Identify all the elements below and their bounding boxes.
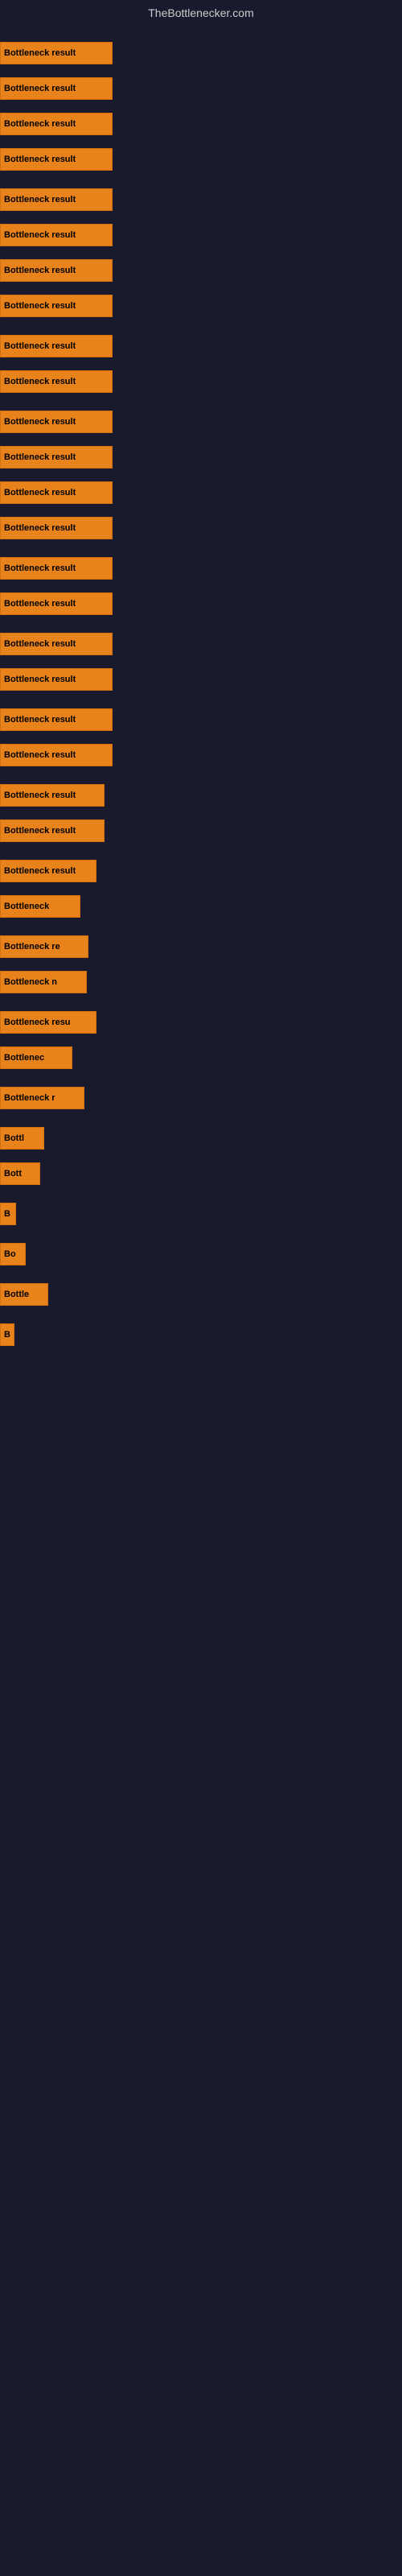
bar-label: Bottleneck n [4, 977, 57, 987]
bar-item: Bottleneck re [0, 935, 88, 958]
bar-item: Bottleneck resu [0, 1011, 96, 1034]
bar-item: Bottleneck result [0, 668, 113, 691]
bar-label: Bottleneck result [4, 639, 76, 649]
bar-label: Bottleneck resu [4, 1018, 71, 1027]
bar-label: Bottleneck result [4, 301, 76, 311]
bar-item: Bottleneck result [0, 708, 113, 731]
bar-item: Bottleneck result [0, 860, 96, 882]
bar-item: Bottleneck result [0, 259, 113, 282]
bar-label: Bottleneck result [4, 826, 76, 836]
bar-label: Bottleneck result [4, 155, 76, 164]
header: TheBottlenecker.com [0, 0, 402, 27]
bar-label: Bott [4, 1169, 22, 1179]
site-title: TheBottlenecker.com [148, 6, 254, 19]
bar-item: Bottleneck result [0, 744, 113, 766]
bar-item: Bottleneck result [0, 370, 113, 393]
bar-label: Bottleneck result [4, 48, 76, 58]
bar-item: Bott [0, 1162, 40, 1185]
bar-item: Bottleneck result [0, 592, 113, 615]
bar-item: Bottleneck result [0, 148, 113, 171]
bar-label: Bottleneck result [4, 341, 76, 351]
bar-label: Bottl [4, 1133, 24, 1143]
bar-item: Bottleneck result [0, 295, 113, 317]
bar-item: Bottleneck result [0, 411, 113, 433]
bar-label: Bo [4, 1249, 16, 1259]
chart-area: Bottleneck result Bottleneck result Bottle… [0, 27, 402, 2571]
bar-label: Bottleneck r [4, 1093, 55, 1103]
bar-label: Bottleneck result [4, 488, 76, 497]
bar-label: B [4, 1330, 10, 1340]
bar-item: Bottleneck result [0, 557, 113, 580]
bar-item: Bottleneck result [0, 42, 113, 64]
bar-item: Bottleneck result [0, 481, 113, 504]
bar-label: Bottleneck result [4, 195, 76, 204]
bar-label: Bottleneck result [4, 377, 76, 386]
bar-item: Bottleneck result [0, 188, 113, 211]
bar-item: Bottleneck result [0, 633, 113, 655]
bar-label: Bottleneck [4, 902, 49, 911]
bar-label: Bottleneck result [4, 675, 76, 684]
bar-label: Bottleneck result [4, 417, 76, 427]
bar-label: Bottleneck result [4, 84, 76, 93]
bar-label: Bottleneck result [4, 564, 76, 573]
bar-label: Bottleneck result [4, 230, 76, 240]
bar-label: Bottleneck result [4, 452, 76, 462]
bar-label: Bottleneck result [4, 119, 76, 129]
bar-item: Bottl [0, 1127, 44, 1150]
bar-item: Bo [0, 1243, 26, 1265]
bar-label: B [4, 1209, 10, 1219]
bar-label: Bottle [4, 1290, 29, 1299]
bar-label: Bottleneck result [4, 715, 76, 724]
bar-label: Bottleneck result [4, 791, 76, 800]
bar-item: Bottleneck result [0, 113, 113, 135]
bar-item: Bottleneck result [0, 784, 105, 807]
bar-item: Bottlenec [0, 1046, 72, 1069]
bar-item: Bottleneck result [0, 446, 113, 469]
bar-item: Bottleneck result [0, 224, 113, 246]
bar-label: Bottleneck result [4, 750, 76, 760]
bar-item: Bottleneck result [0, 819, 105, 842]
bar-item: Bottleneck result [0, 77, 113, 100]
bar-item: Bottleneck n [0, 971, 87, 993]
bar-label: Bottlenec [4, 1053, 44, 1063]
bar-item: B [0, 1203, 16, 1225]
bar-item: Bottleneck result [0, 335, 113, 357]
bar-item: Bottleneck [0, 895, 80, 918]
bar-item: Bottleneck r [0, 1087, 84, 1109]
bar-label: Bottleneck result [4, 866, 76, 876]
bar-item: Bottle [0, 1283, 48, 1306]
bar-item: Bottleneck result [0, 517, 113, 539]
bar-label: Bottleneck result [4, 599, 76, 609]
bar-label: Bottleneck result [4, 266, 76, 275]
bar-label: Bottleneck re [4, 942, 60, 952]
bar-item: B [0, 1323, 14, 1346]
bar-label: Bottleneck result [4, 523, 76, 533]
